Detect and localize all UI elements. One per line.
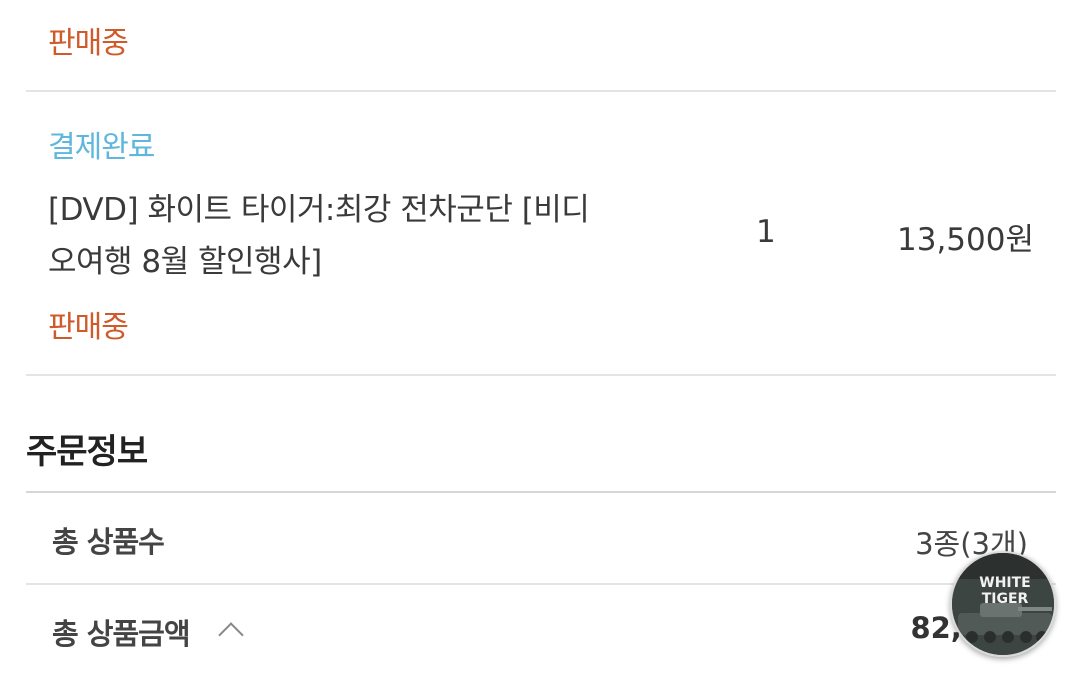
divider bbox=[26, 90, 1056, 92]
tank-cover-art-icon: WHITE TIGER bbox=[952, 553, 1054, 655]
item-status-on-sale: 판매중 bbox=[48, 310, 129, 345]
chevron-up-icon[interactable] bbox=[218, 622, 244, 648]
divider bbox=[26, 491, 1056, 493]
order-detail-page: 판매중 결제완료 [DVD] 화이트 타이거:최강 전차군단 [비디 오여행 8… bbox=[0, 0, 1080, 683]
order-info-title: 주문정보 bbox=[26, 432, 148, 472]
cover-title-line-2: TIGER bbox=[982, 591, 1029, 607]
total-amount-label[interactable]: 총 상품금액 bbox=[52, 611, 190, 653]
item-name-line-2: 오여행 8월 할인행사] bbox=[48, 244, 322, 280]
divider bbox=[26, 374, 1056, 376]
item-price: 13,500원 bbox=[897, 222, 1034, 258]
item-name[interactable]: [DVD] 화이트 타이거:최강 전차군단 [비디 오여행 8월 할인행사] bbox=[48, 184, 688, 288]
cover-title-line-1: WHITE bbox=[979, 575, 1030, 591]
divider bbox=[26, 583, 1056, 585]
payment-status: 결제완료 bbox=[48, 130, 155, 165]
item-status-on-sale: 판매중 bbox=[48, 26, 129, 61]
total-count-label: 총 상품수 bbox=[52, 525, 165, 559]
dvd-cover-thumbnail[interactable]: WHITE TIGER bbox=[950, 551, 1056, 657]
item-quantity: 1 bbox=[756, 214, 776, 250]
item-name-line-1: [DVD] 화이트 타이거:최강 전차군단 [비디 bbox=[48, 192, 590, 228]
